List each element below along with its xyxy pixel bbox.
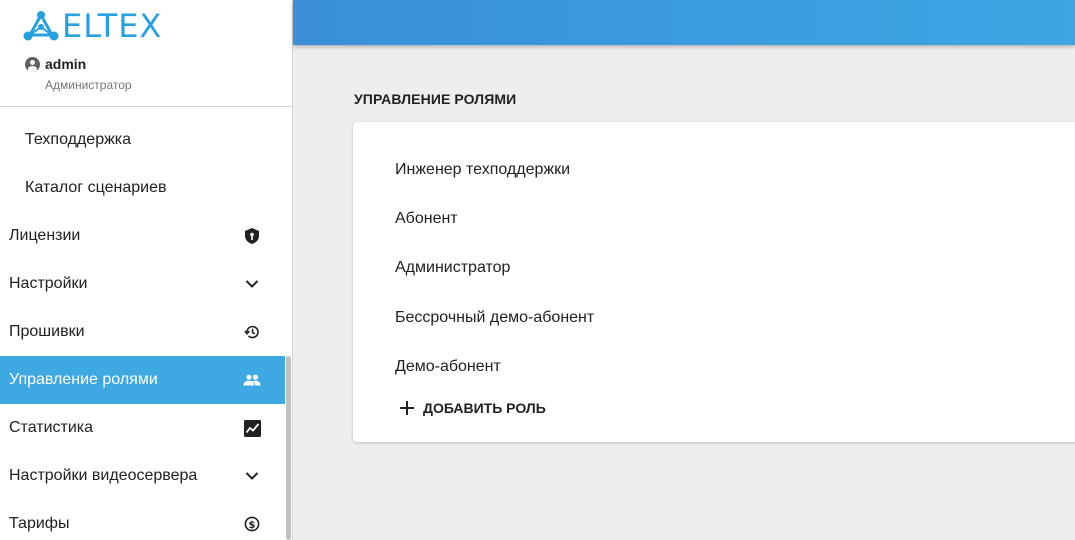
sidebar-item-licenses[interactable]: Лицензии <box>0 212 285 260</box>
sidebar-item-firmware[interactable]: Прошивки <box>0 308 285 356</box>
eltex-logo-icon <box>23 11 59 41</box>
page-title: УПРАВЛЕНИЕ РОЛЯМИ <box>354 91 517 107</box>
sidebar-nav: Техподдержка Каталог сценариев Лицензии … <box>0 116 285 540</box>
user-name: admin <box>45 56 87 72</box>
user-info: admin Администратор <box>25 56 132 92</box>
role-item[interactable]: Администратор <box>395 243 594 292</box>
role-list: Инженер техподдержки Абонент Администрат… <box>395 145 594 391</box>
chart-icon <box>243 419 261 437</box>
sidebar-divider <box>0 106 292 107</box>
history-icon <box>243 323 261 341</box>
sidebar-item-video-server-settings[interactable]: Настройки видеосервера <box>0 452 285 500</box>
add-role-button[interactable]: ДОБАВИТЬ РОЛЬ <box>399 400 546 416</box>
plus-icon <box>399 400 415 416</box>
user-role: Администратор <box>45 78 132 92</box>
sidebar-item-tariffs[interactable]: Тарифы $ <box>0 500 285 540</box>
license-shield-icon <box>243 227 261 245</box>
role-item[interactable]: Бессрочный демо-абонент <box>395 293 594 342</box>
sidebar-item-techsupport[interactable]: Техподдержка <box>0 116 285 164</box>
roles-card: Инженер техподдержки Абонент Администрат… <box>353 122 1075 442</box>
eltex-logo[interactable]: ELTEX <box>22 8 162 44</box>
sidebar-item-settings[interactable]: Настройки <box>0 260 285 308</box>
add-role-label: ДОБАВИТЬ РОЛЬ <box>423 400 546 416</box>
dollar-icon: $ <box>243 515 261 533</box>
role-item[interactable]: Инженер техподдержки <box>395 145 594 194</box>
sidebar-scrollbar[interactable] <box>286 356 291 540</box>
sidebar-item-role-management[interactable]: Управление ролями <box>0 356 285 404</box>
role-item[interactable]: Демо-абонент <box>395 342 594 391</box>
svg-text:$: $ <box>249 520 256 531</box>
sidebar: ELTEX admin Администратор Техподдержка К… <box>0 0 293 540</box>
sidebar-item-label: Управление ролями <box>9 371 158 388</box>
chevron-down-icon <box>243 275 261 293</box>
sidebar-item-scenario-catalog[interactable]: Каталог сценариев <box>0 164 285 212</box>
sidebar-item-label: Каталог сценариев <box>25 179 167 196</box>
brand-name: ELTEX <box>62 7 163 45</box>
sidebar-item-label: Настройки видеосервера <box>9 467 198 484</box>
chevron-down-icon <box>243 467 261 485</box>
sidebar-item-label: Техподдержка <box>25 131 132 148</box>
sidebar-item-statistics[interactable]: Статистика <box>0 404 285 452</box>
sidebar-item-label: Прошивки <box>9 323 85 340</box>
sidebar-item-label: Лицензии <box>9 227 81 244</box>
account-icon <box>25 56 40 72</box>
role-item[interactable]: Абонент <box>395 194 594 243</box>
sidebar-item-label: Тарифы <box>9 515 70 532</box>
top-app-bar <box>293 0 1075 45</box>
sidebar-item-label: Настройки <box>9 275 88 292</box>
sidebar-item-label: Статистика <box>9 419 94 436</box>
people-icon <box>243 371 261 389</box>
